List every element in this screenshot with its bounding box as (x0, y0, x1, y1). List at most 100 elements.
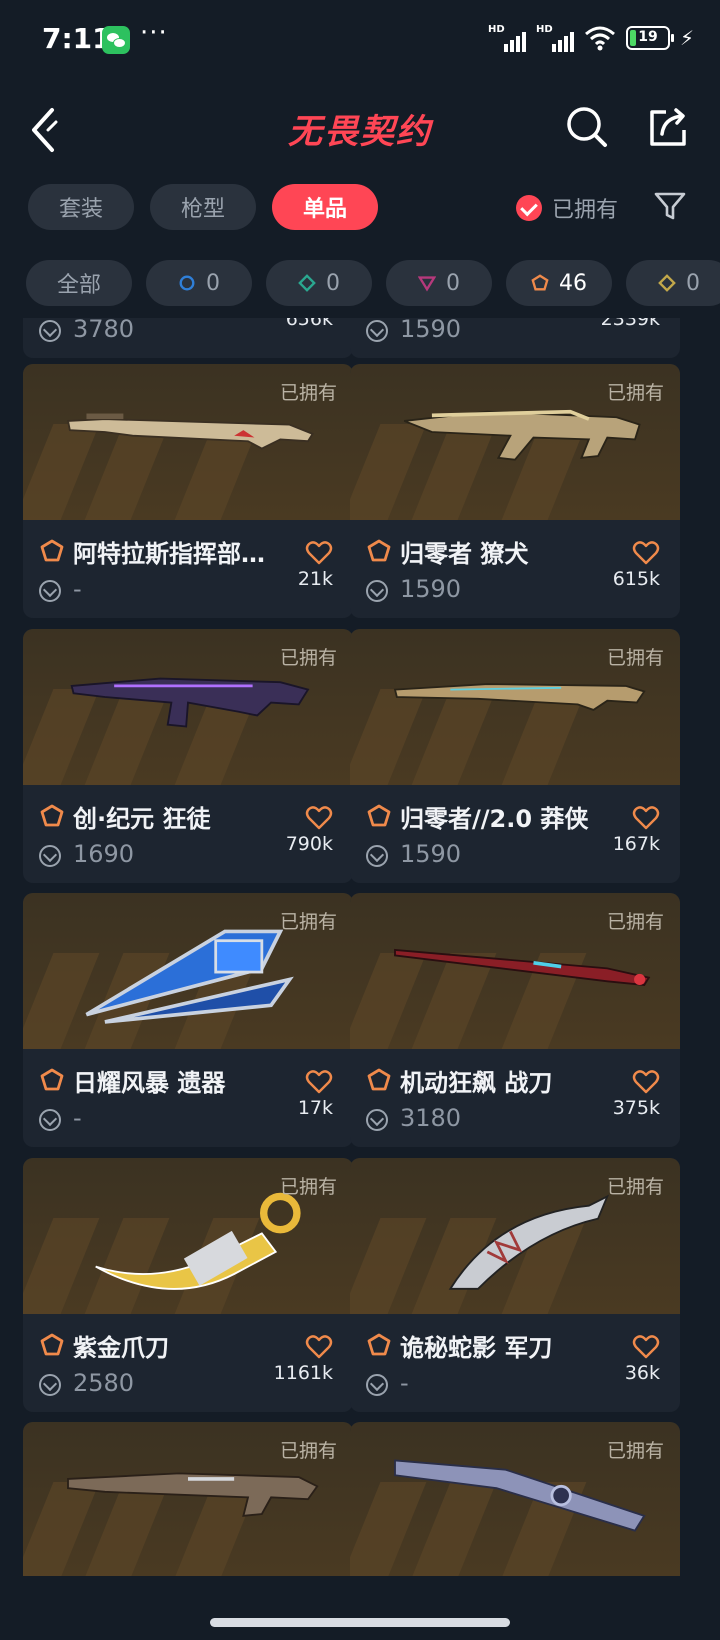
heart-icon[interactable] (632, 1334, 660, 1360)
search-button[interactable] (560, 100, 616, 156)
skin-info: 日耀风暴 遗器 - 17k (23, 1049, 353, 1147)
like-count: 790k (285, 833, 333, 855)
home-indicator[interactable] (210, 1618, 510, 1627)
skin-name: 日耀风暴 遗器 (73, 1069, 226, 1097)
skin-image: 已拥有 (23, 1422, 353, 1576)
more-notifications-icon: ··· (140, 18, 168, 48)
skin-info: 创·纪元 狂徒 1690 790k (23, 785, 353, 883)
skin-info: 3780 656k (23, 318, 353, 358)
owned-label: 已拥有 (279, 382, 337, 404)
charging-icon: ⚡ (679, 26, 694, 50)
search-icon (567, 107, 607, 147)
tier-deluxe-label: 0 (326, 270, 340, 296)
skin-image: 已拥有 (350, 1158, 680, 1314)
skin-card[interactable]: 已拥有 紫金爪刀 2580 1161k (23, 1158, 353, 1412)
tier-all-label: 全部 (56, 273, 101, 298)
skin-info: 阿特拉斯指挥部… - 21k (23, 520, 353, 618)
skin-price: 3180 (400, 1104, 462, 1132)
tier-select-chip[interactable]: 0 (146, 260, 252, 306)
valorant-points-icon (366, 845, 388, 867)
share-icon (650, 108, 686, 146)
skin-card[interactable]: 已拥有 归零者 獠犬 1590 615k (350, 364, 680, 618)
skin-info: 1590 2339k (350, 318, 680, 358)
skin-image: 已拥有 (350, 629, 680, 785)
heart-icon[interactable] (632, 805, 660, 831)
filter-icon (654, 192, 686, 220)
valorant-points-icon (366, 1374, 388, 1396)
tab-bundles[interactable]: 套装 (28, 184, 134, 230)
tab-single-items[interactable]: 单品 (272, 184, 378, 230)
skin-card[interactable]: 已拥有 (350, 1422, 680, 1576)
skin-name: 紫金爪刀 (73, 1334, 169, 1362)
owned-toggle-label: 已拥有 (552, 198, 619, 223)
wifi-icon (584, 26, 615, 51)
tier-select-icon (179, 275, 195, 291)
skin-name: 创·纪元 狂徒 (73, 805, 211, 833)
skin-price: 2580 (73, 1369, 135, 1397)
valorant-points-icon (366, 320, 388, 342)
skin-image: 已拥有 (23, 893, 353, 1049)
owned-label: 已拥有 (606, 911, 664, 933)
skin-price: - (73, 575, 82, 603)
heart-icon[interactable] (305, 1334, 333, 1360)
valorant-points-icon (39, 1374, 61, 1396)
tier-deluxe-chip[interactable]: 0 (266, 260, 372, 306)
like-count: 2339k (600, 318, 660, 330)
exclusive-tier-icon (367, 804, 391, 827)
skin-name: 归零者 獠犬 (400, 540, 529, 568)
heart-icon[interactable] (305, 805, 333, 831)
valorant-points-icon (39, 1109, 61, 1131)
tier-deluxe-icon (298, 274, 316, 292)
tier-ultra-chip[interactable]: 0 (626, 260, 720, 306)
skin-info: 紫金爪刀 2580 1161k (23, 1314, 353, 1412)
skin-price: 1690 (73, 840, 135, 868)
heart-icon[interactable] (305, 540, 333, 566)
tier-premium-chip[interactable]: 0 (386, 260, 492, 306)
skin-card[interactable]: 3780 656k (23, 318, 353, 358)
skin-image: 已拥有 (350, 893, 680, 1049)
exclusive-tier-icon (40, 539, 64, 562)
tier-all-chip[interactable]: 全部 (26, 260, 132, 306)
signal-1-icon: HD (488, 24, 526, 52)
checkmark-icon (516, 195, 542, 221)
skin-price: 1590 (400, 575, 462, 603)
skin-card[interactable]: 已拥有 日耀风暴 遗器 - 17k (23, 893, 353, 1147)
like-count: 375k (612, 1097, 660, 1119)
battery-icon: 19 (625, 26, 674, 50)
tier-exclusive-chip[interactable]: 46 (506, 260, 612, 306)
skin-image: 已拥有 (23, 1158, 353, 1314)
skin-name: 归零者//2.0 莽侠 (400, 805, 589, 833)
heart-icon[interactable] (305, 1069, 333, 1095)
valorant-points-icon (366, 1109, 388, 1131)
like-count: 656k (285, 318, 333, 330)
skin-card[interactable]: 已拥有机动狂飙 战刀 3180 375k (350, 893, 680, 1147)
skin-info: 归零者 獠犬 1590 615k (350, 520, 680, 618)
like-count: 615k (612, 568, 660, 590)
heart-icon[interactable] (632, 540, 660, 566)
owned-label: 已拥有 (279, 1440, 337, 1462)
tab-weapon-types[interactable]: 枪型 (150, 184, 256, 230)
like-count: 21k (297, 568, 333, 590)
status-indicators: HD HD 19 ⚡ (488, 24, 694, 52)
exclusive-tier-icon (367, 1333, 391, 1356)
skin-info: 诡秘蛇影 军刀 - 36k (350, 1314, 680, 1412)
skin-card[interactable]: 已拥有 阿特拉斯指挥部… - 21k (23, 364, 353, 618)
skin-image: 已拥有 (23, 364, 353, 520)
share-button[interactable] (640, 100, 696, 156)
like-count: 17k (297, 1097, 333, 1119)
skin-card[interactable]: 已拥有 创·纪元 狂徒 1690 790k (23, 629, 353, 883)
skin-card[interactable]: 已拥有 归零者//2.0 莽侠 1590 167k (350, 629, 680, 883)
owned-toggle[interactable]: 已拥有 (516, 188, 618, 228)
valorant-points-icon (39, 320, 61, 342)
like-count: 36k (624, 1362, 660, 1384)
skin-card[interactable]: 已拥有 诡秘蛇影 军刀 - 36k (350, 1158, 680, 1412)
skin-info: 机动狂飙 战刀 3180 375k (350, 1049, 680, 1147)
skin-card[interactable]: 已拥有 (23, 1422, 353, 1576)
valorant-points-icon (39, 580, 61, 602)
skin-name: 机动狂飙 战刀 (400, 1069, 553, 1097)
tier-exclusive-icon (531, 274, 549, 291)
filter-button[interactable] (650, 186, 690, 226)
heart-icon[interactable] (632, 1069, 660, 1095)
owned-label: 已拥有 (606, 1440, 664, 1462)
skin-card[interactable]: 1590 2339k (350, 318, 680, 358)
